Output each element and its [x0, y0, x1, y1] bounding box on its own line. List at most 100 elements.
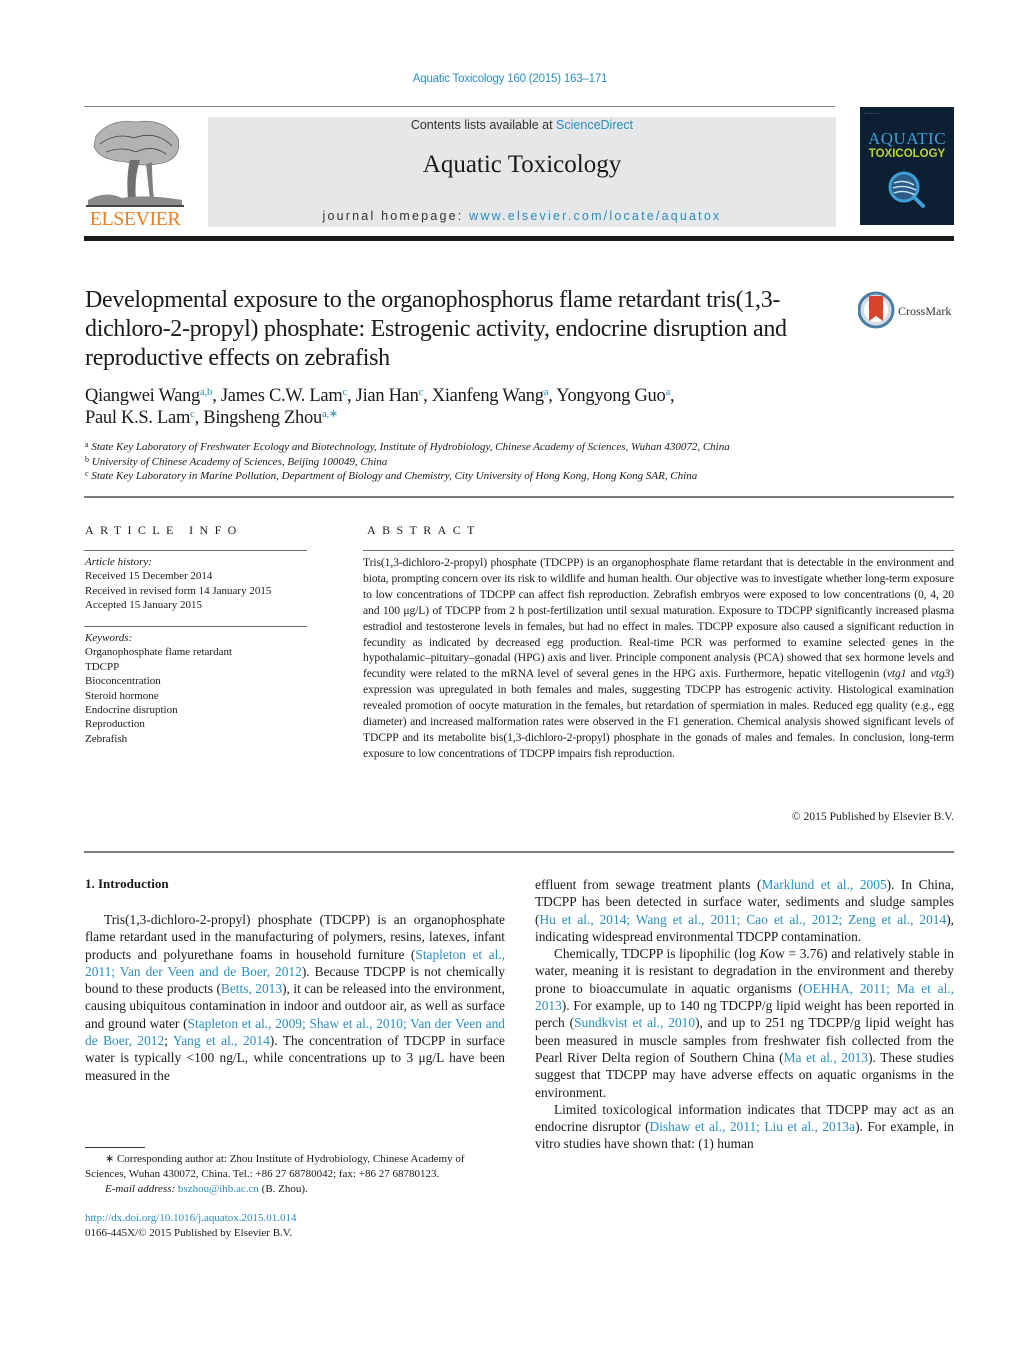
history-item: Received in revised form 14 January 2015 [85, 584, 272, 597]
doi-link[interactable]: http://dx.doi.org/10.1016/j.aquatox.2015… [85, 1212, 297, 1224]
journal-homepage-link[interactable]: www.elsevier.com/locate/aquatox [469, 209, 721, 223]
author-name: James C.W. Lam [220, 386, 343, 406]
author-name: Yongyong Guo [556, 386, 666, 406]
email-label: E-mail address: [105, 1183, 176, 1195]
keyword-item: Zebrafish [85, 732, 128, 745]
author[interactable]: Jian Hanc [355, 386, 424, 406]
crossmark-label: CrossMark [898, 304, 952, 318]
email-line: E-mail address: bszhou@ihb.ac.cn (B. Zho… [85, 1182, 505, 1197]
homepage-line: journal homepage: www.elsevier.com/locat… [208, 209, 836, 223]
affiliation-marker[interactable]: a,b [200, 386, 213, 398]
crossmark-badge[interactable]: CrossMark [858, 290, 958, 330]
affiliation-key: a [85, 440, 89, 449]
email-link[interactable]: bszhou@ihb.ac.cn [178, 1183, 259, 1195]
affiliation-key: b [85, 454, 89, 464]
journal-title: Aquatic Toxicology [422, 151, 622, 178]
affiliation-marker[interactable]: a,∗ [322, 408, 338, 420]
affiliation-list: a State Key Laboratory of Freshwater Eco… [85, 440, 945, 484]
keyword-item: Organophosphate flame retardant [85, 646, 233, 659]
reference-link[interactable]: Yang et al., 2014 [173, 1033, 270, 1048]
cover-title-line1: AQUATIC [867, 129, 947, 148]
keyword-item: Steroid hormone [85, 689, 159, 702]
paragraph: effluent from sewage treatment plants (M… [535, 876, 954, 945]
author[interactable]: Qiangwei Wanga,b [85, 386, 213, 406]
keyword-item: Bioconcentration [85, 675, 161, 688]
issn-copyright: 0166-445X/© 2015 Published by Elsevier B… [85, 1227, 293, 1239]
gene-name: vtg1 [886, 667, 907, 681]
masthead-bottom-rule [84, 236, 954, 241]
affiliation-marker[interactable]: c [419, 386, 424, 398]
affiliation: b University of Chinese Academy of Scien… [85, 455, 945, 470]
affiliation-marker[interactable]: c [190, 408, 195, 420]
abstract-text: and [906, 667, 931, 681]
gene-name: vtg3 [930, 667, 951, 681]
abstract-rule [363, 550, 954, 551]
cover-header-strip: ▪ ─── ─── [864, 111, 880, 115]
author[interactable]: James C.W. Lamc [221, 386, 347, 406]
abstract-copyright: © 2015 Published by Elsevier B.V. [791, 810, 954, 823]
elsevier-logo[interactable]: ELSEVIER [84, 116, 186, 230]
body-column-right: effluent from sewage treatment plants (M… [535, 876, 954, 1153]
affiliation: c State Key Laboratory in Marine Polluti… [85, 469, 945, 484]
corresponding-author-footnote: ∗ Corresponding author at: Zhou Institut… [85, 1152, 505, 1197]
author[interactable]: Yongyong Guoa [556, 386, 670, 406]
journal-citation-link[interactable]: Aquatic Toxicology 160 (2015) 163–171 [0, 73, 1020, 85]
crossmark-icon [858, 291, 895, 329]
reference-link[interactable]: Sundkvist et al., 2010 [574, 1015, 695, 1030]
abstract-text: ) expression was upregulated in both fem… [363, 667, 954, 760]
author-name: Paul K.S. Lam [85, 408, 191, 428]
keyword-item: Reproduction [85, 718, 145, 731]
body-text: effluent from sewage treatment plants ( [535, 877, 762, 892]
body-start-rule [84, 851, 954, 853]
keyword-item: Endocrine disruption [85, 704, 178, 717]
body-column-left: Tris(1,3-dichloro-2-propyl) phosphate (T… [85, 911, 505, 1084]
reference-link[interactable]: Hu et al., 2014; Wang et al., 2011; Cao … [539, 912, 946, 927]
introduction-heading: 1. Introduction [85, 876, 169, 891]
affiliation-key: c [85, 469, 89, 478]
paragraph: Limited toxicological information indica… [535, 1101, 954, 1153]
sciencedirect-link[interactable]: ScienceDirect [556, 118, 633, 132]
affiliation-marker[interactable]: a [665, 386, 670, 398]
article-history: Article history: Received 15 December 20… [85, 555, 310, 613]
affiliation-marker[interactable]: c [342, 386, 347, 398]
reference-link[interactable]: Dishaw et al., 2011; Liu et al., 2013a [650, 1119, 856, 1134]
contents-prefix: Contents lists available at [410, 118, 557, 132]
author-list: Qiangwei Wanga,b, James C.W. Lamc, Jian … [85, 386, 675, 428]
body-text: Chemically, TDCPP is lipophilic (log [554, 946, 760, 962]
reference-link[interactable]: Ma et al., 2013 [784, 1050, 868, 1065]
author[interactable]: Bingsheng Zhoua,∗ [203, 408, 338, 428]
header-rule [84, 106, 835, 107]
abstract-text: Tris(1,3-dichloro-2-propyl) phosphate (T… [363, 556, 954, 681]
email-suffix: (B. Zhou). [258, 1183, 308, 1195]
author[interactable]: Paul K.S. Lamc [85, 408, 195, 428]
title-block-rule [84, 496, 954, 498]
keywords: Keywords: Organophosphate flame retardan… [85, 631, 310, 746]
author[interactable]: Xianfeng Wanga [432, 386, 549, 406]
magnifier-lens-icon [888, 171, 925, 208]
corresponding-author-note: ∗ Corresponding author at: Zhou Institut… [85, 1153, 465, 1180]
journal-cover-thumbnail[interactable]: ▪ ─── ─── AQUATIC TOXICOLOGY [860, 107, 954, 225]
doi-block: http://dx.doi.org/10.1016/j.aquatox.2015… [85, 1211, 297, 1241]
elsevier-wordmark: ELSEVIER [89, 208, 181, 230]
reference-link[interactable]: Marklund et al., 2005 [761, 877, 886, 892]
affiliation-text: State Key Laboratory in Marine Pollution… [91, 470, 698, 482]
article-info-heading: ARTICLE INFO [85, 523, 243, 537]
affiliation-text: State Key Laboratory of Freshwater Ecolo… [91, 441, 730, 453]
affiliation-text: University of Chinese Academy of Science… [91, 455, 388, 468]
history-item: Received 15 December 2014 [85, 570, 213, 583]
homepage-prefix: journal homepage: [322, 209, 470, 223]
author-name: Xianfeng Wang [431, 386, 544, 406]
keywords-rule [84, 626, 307, 627]
author-name: Bingsheng Zhou [203, 408, 322, 428]
author-name: Jian Han [355, 386, 419, 406]
article-info-rule [84, 550, 307, 551]
abstract-body: Tris(1,3-dichloro-2-propyl) phosphate (T… [363, 555, 954, 762]
history-item: Accepted 15 January 2015 [85, 599, 202, 612]
journal-masthead: Contents lists available at ScienceDirec… [208, 117, 836, 227]
reference-link[interactable]: Betts, 2013 [221, 981, 282, 996]
affiliation-marker[interactable]: a [544, 386, 549, 398]
body-text: ; [164, 1033, 173, 1049]
cover-title-line2: TOXICOLOGY [868, 148, 946, 160]
paragraph: Tris(1,3-dichloro-2-propyl) phosphate (T… [85, 911, 505, 1084]
contents-line: Contents lists available at ScienceDirec… [208, 118, 836, 132]
